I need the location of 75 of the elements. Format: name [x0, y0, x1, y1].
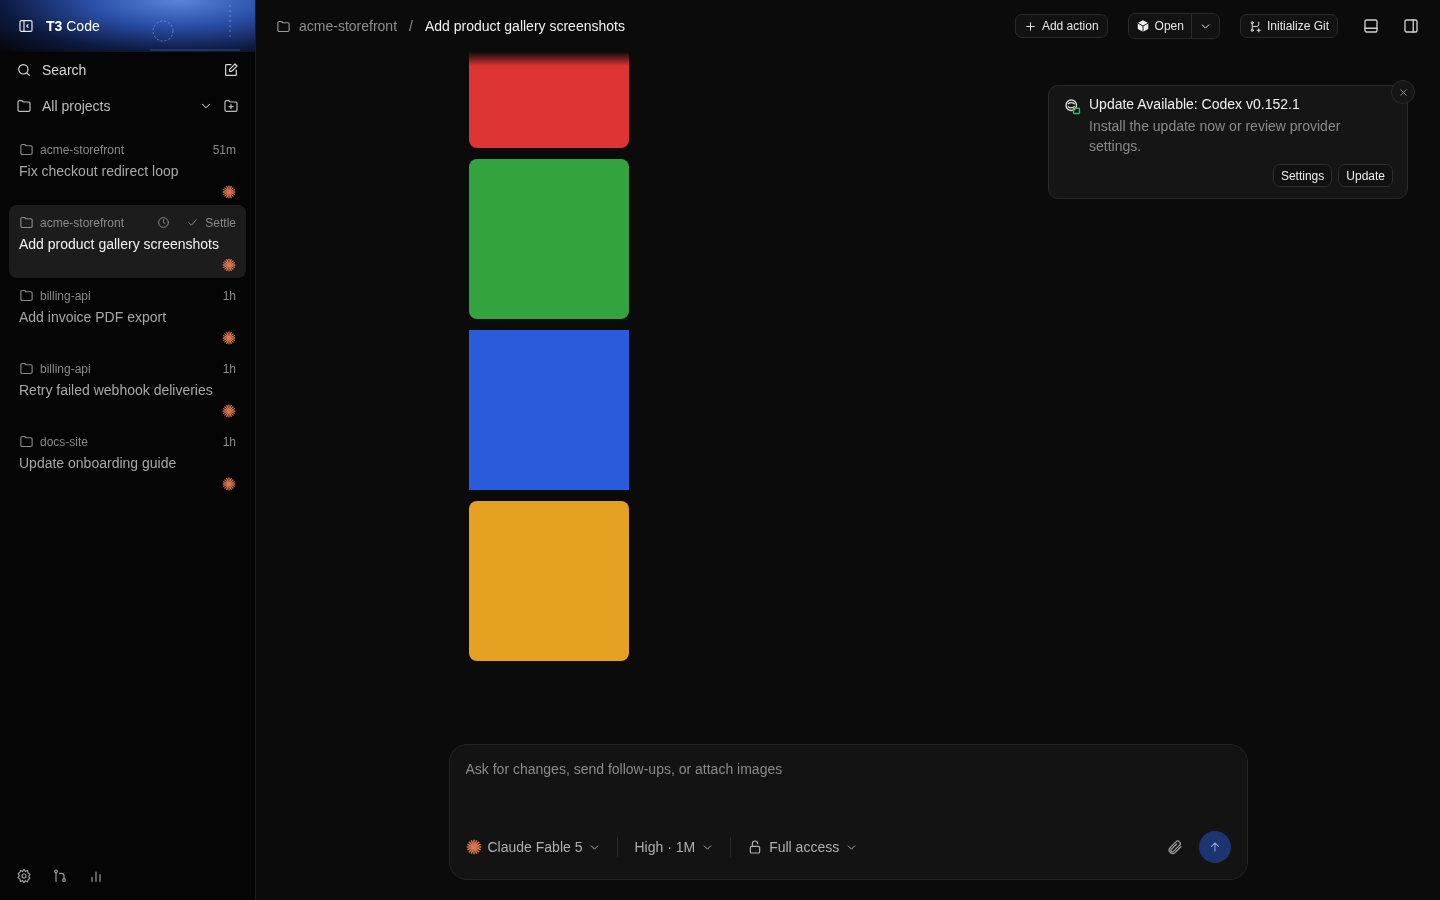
send-button[interactable]	[1198, 831, 1231, 863]
thread-title: Add invoice PDF export	[19, 309, 168, 325]
attach-button[interactable]	[1165, 838, 1183, 856]
thread-status: Settle	[205, 215, 236, 230]
thread-item[interactable]: billing-api 1h Add invoice PDF export	[9, 278, 246, 351]
git-branch-icon	[1248, 19, 1262, 33]
breadcrumb-thread: Add product gallery screenshots	[424, 18, 625, 34]
cube-icon	[1135, 19, 1150, 33]
thread-item[interactable]: acme-storefront 51m Fix checkout redirect loop	[9, 132, 246, 205]
toast-action-button[interactable]: Update	[1338, 164, 1393, 187]
check-icon	[186, 216, 200, 229]
compose-icon	[223, 62, 239, 78]
folder-icon	[19, 288, 34, 303]
folder-icon	[19, 434, 34, 449]
git-branch-icon	[52, 868, 68, 884]
right-panel-button[interactable]	[1402, 17, 1420, 35]
folder-icon	[276, 18, 291, 34]
init-git-button[interactable]: Initialize Git	[1239, 14, 1338, 38]
add-action-button[interactable]: Add action	[1014, 14, 1108, 38]
access-picker[interactable]: Full access	[747, 839, 859, 855]
folder-icon	[19, 361, 34, 376]
starburst-icon	[222, 477, 236, 491]
thread-item[interactable]: docs-site 1h Update onboarding guide	[9, 424, 246, 497]
panel-bottom-icon	[1362, 17, 1380, 35]
folder-icon	[16, 98, 32, 114]
folder-icon	[19, 215, 34, 230]
clock-icon	[157, 216, 171, 229]
thread-title: Update onboarding guide	[19, 455, 178, 471]
thread-item[interactable]: billing-api 1h Retry failed webhook deliveries	[9, 351, 246, 424]
sidebar-toggle-button[interactable]	[18, 18, 34, 34]
app-logo: T3 Code	[46, 18, 100, 34]
plus-icon	[1023, 19, 1037, 33]
close-icon	[1397, 86, 1409, 98]
thread-title: Add product gallery screenshots	[19, 236, 220, 252]
toast-action-button[interactable]: Settings	[1272, 164, 1333, 187]
search-icon	[16, 62, 32, 78]
update-icon	[1063, 97, 1081, 115]
open-button[interactable]: Open	[1128, 14, 1191, 38]
project-filter[interactable]: All projects	[0, 88, 255, 124]
starburst-icon	[222, 404, 236, 418]
toast-message: Install the update now or review provider settings.	[1089, 117, 1342, 156]
thread-item[interactable]: acme-storefront Settle Add product gallery screenshots	[9, 205, 246, 278]
settings-icon	[16, 868, 32, 884]
paperclip-icon	[1165, 838, 1183, 856]
close-button[interactable]	[1391, 80, 1415, 104]
starburst-icon	[222, 258, 236, 272]
search-button[interactable]: Search	[0, 52, 255, 88]
bottom-panel-button[interactable]	[1362, 17, 1380, 35]
sidebar-icon	[18, 18, 34, 34]
thread-time: 1h	[222, 288, 236, 303]
project-name: docs-site	[40, 434, 90, 449]
breadcrumb-project[interactable]: acme-storefront	[299, 18, 398, 34]
project-name: acme-storefront	[40, 215, 126, 230]
model-picker[interactable]: Claude Fable 5	[465, 839, 602, 855]
starburst-icon	[222, 185, 236, 199]
folder-icon	[19, 142, 34, 157]
starburst-icon	[465, 839, 482, 855]
thread-time: 51m	[212, 142, 236, 157]
starburst-icon	[222, 331, 236, 345]
thread-time: 1h	[222, 361, 236, 376]
git-button[interactable]	[52, 868, 68, 884]
thread-title: Fix checkout redirect loop	[19, 163, 180, 179]
thread-title: Retry failed webhook deliveries	[19, 382, 214, 398]
thread-time: 1h	[222, 434, 236, 449]
breadcrumb-separator: /	[409, 18, 413, 34]
effort-picker[interactable]: High · 1M	[634, 839, 715, 855]
composer-field[interactable]: Ask for changes, send follow-ups, or attach images Claude Fable 5 High · 1M Full access	[448, 744, 1248, 880]
message-input[interactable]: Ask for changes, send follow-ups, or attach images	[465, 761, 1231, 801]
project-name: acme-storefront	[40, 142, 126, 157]
folder-plus-icon	[223, 98, 239, 114]
project-name: billing-api	[40, 361, 92, 376]
panel-right-icon	[1402, 17, 1420, 35]
toast-title: Update Available: Codex v0.152.1	[1089, 96, 1301, 112]
project-name: billing-api	[40, 288, 92, 303]
settings-button[interactable]	[16, 868, 32, 884]
